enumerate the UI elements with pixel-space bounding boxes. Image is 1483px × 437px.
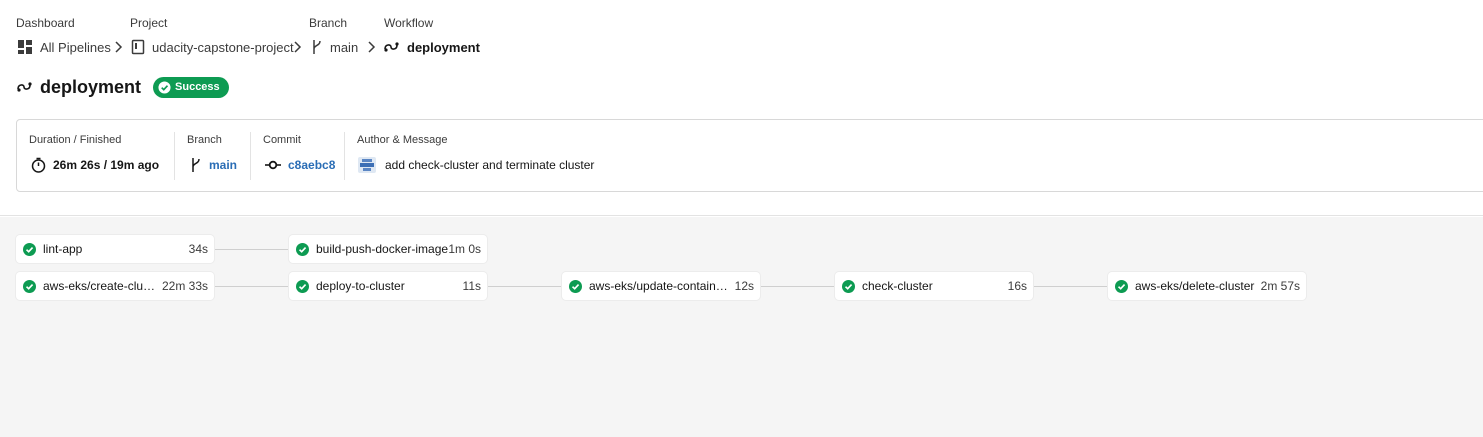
job-duration: 22m 33s (161, 279, 208, 293)
commit-link[interactable]: c8aebc8 (288, 158, 335, 172)
breadcrumb-workflow-current: deployment (384, 38, 480, 56)
graph-edge (1033, 286, 1109, 287)
branch-value-row: main (190, 156, 237, 174)
breadcrumb-dashboard-value: All Pipelines (40, 39, 111, 55)
graph-edge (214, 286, 290, 287)
pipeline-graph: lint-app 34s build-push-docker-image 1m … (0, 217, 1483, 437)
branch-link[interactable]: main (209, 158, 237, 172)
job-node[interactable]: aws-eks/update-container-image 12s (562, 272, 760, 300)
job-node[interactable]: aws-eks/create-cluster 22m 33s (16, 272, 214, 300)
duration-label: Duration / Finished (29, 134, 122, 146)
job-node[interactable]: check-cluster 16s (835, 272, 1033, 300)
breadcrumb-project-link[interactable]: udacity-capstone-project (131, 38, 294, 56)
job-name: aws-eks/update-container-image (589, 279, 731, 293)
status-badge-label: Success (175, 81, 220, 93)
check-circle-icon (1115, 279, 1128, 293)
page-title-row: deployment Success (17, 76, 229, 98)
breadcrumb-workflow-label: Workflow (384, 16, 434, 30)
project-icon (131, 39, 145, 55)
job-duration: 16s (1007, 279, 1027, 293)
author-label: Author & Message (357, 134, 448, 146)
column-divider (174, 132, 175, 180)
workflow-icon (384, 42, 399, 52)
commit-label: Commit (263, 134, 301, 146)
job-node[interactable]: build-push-docker-image 1m 0s (289, 235, 487, 263)
workflow-summary-card: Duration / Finished 26m 26s / 19m ago Br… (16, 119, 1483, 192)
chevron-right-icon (294, 41, 302, 53)
avatar-icon (358, 157, 376, 173)
check-circle-icon (842, 279, 855, 293)
branch-column: Branch main (187, 120, 257, 191)
breadcrumb-dashboard-label: Dashboard (16, 16, 75, 30)
job-name: check-cluster (862, 279, 933, 293)
breadcrumb-workflow-value: deployment (407, 39, 480, 55)
page-title: deployment (40, 76, 142, 97)
breadcrumb-dashboard-link[interactable]: All Pipelines (17, 38, 111, 56)
duration-column: Duration / Finished 26m 26s / 19m ago (29, 120, 179, 191)
chevron-right-icon (368, 41, 376, 53)
breadcrumb-branch-value: main (330, 39, 359, 55)
commit-message: add check-cluster and terminate cluster (385, 158, 595, 172)
commit-column: Commit c8aebc8 (263, 120, 343, 191)
dashboard-icon (18, 40, 32, 54)
breadcrumb-branch-label: Branch (309, 16, 348, 30)
chevron-right-icon (115, 41, 123, 53)
job-name: aws-eks/delete-cluster (1135, 279, 1255, 293)
commit-icon (265, 160, 281, 170)
duration-value-row: 26m 26s / 19m ago (31, 156, 159, 174)
author-value-row: add check-cluster and terminate cluster (358, 156, 594, 174)
branch-icon (192, 158, 200, 172)
job-duration: 12s (734, 279, 754, 293)
check-circle-icon (158, 80, 171, 94)
graph-edge (487, 286, 563, 287)
column-divider (250, 132, 251, 180)
workflow-header: Dashboard Project Branch Workflow All Pi… (0, 0, 1483, 216)
job-node[interactable]: aws-eks/delete-cluster 2m 57s (1108, 272, 1306, 300)
status-badge: Success (153, 76, 229, 98)
workflow-icon (17, 82, 32, 92)
column-divider (344, 132, 345, 180)
check-circle-icon (23, 242, 36, 256)
breadcrumb-project-value: udacity-capstone-project (152, 39, 294, 55)
job-duration: 11s (462, 279, 481, 293)
branch-icon (313, 40, 321, 54)
breadcrumb-project-label: Project (130, 16, 168, 30)
job-duration: 1m 0s (448, 242, 481, 256)
graph-edge (760, 286, 836, 287)
graph-edge (214, 249, 290, 250)
job-name: aws-eks/create-cluster (43, 279, 158, 293)
timer-icon (31, 157, 46, 173)
check-circle-icon (23, 279, 36, 293)
duration-value: 26m 26s / 19m ago (53, 158, 160, 172)
job-node[interactable]: lint-app 34s (16, 235, 214, 263)
job-name: build-push-docker-image (316, 242, 449, 256)
branch-label: Branch (187, 134, 222, 146)
job-node[interactable]: deploy-to-cluster 11s (289, 272, 487, 300)
author-column: Author & Message add check-cluster and t… (357, 120, 757, 191)
breadcrumb-branch-link[interactable]: main (311, 38, 358, 56)
commit-value-row: c8aebc8 (265, 156, 335, 174)
job-duration: 34s (188, 242, 208, 256)
job-duration: 2m 57s (1260, 279, 1300, 293)
check-circle-icon (296, 279, 309, 293)
check-circle-icon (296, 242, 309, 256)
job-name: deploy-to-cluster (316, 279, 405, 293)
job-name: lint-app (43, 242, 83, 256)
check-circle-icon (569, 279, 582, 293)
